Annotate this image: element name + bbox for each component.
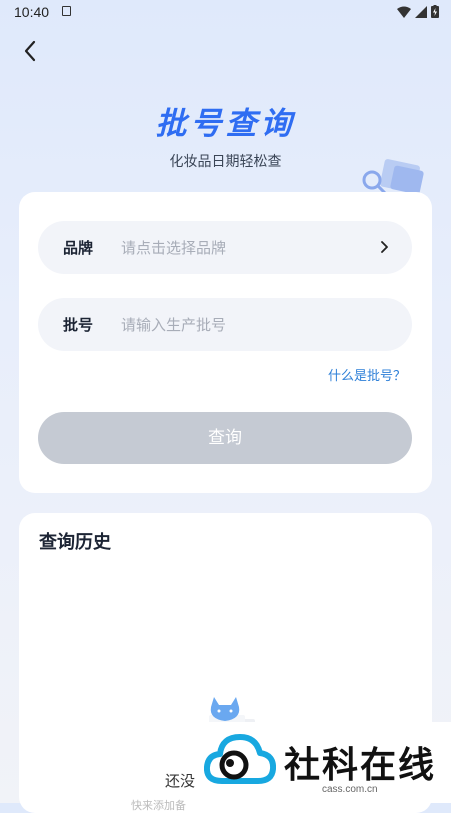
signal-icon [415, 5, 427, 18]
query-button[interactable]: 查询 [38, 412, 412, 464]
query-form-card: 品牌 请点击选择品牌 批号 什么是批号？ 查询 [19, 192, 432, 493]
batch-label: 批号 [63, 316, 94, 334]
status-time: 10:40 [14, 4, 50, 20]
brand-placeholder: 请点击选择品牌 [121, 239, 227, 257]
history-title: 查询历史 [39, 532, 111, 553]
wifi-icon [397, 6, 411, 18]
watermark-text: 社科在线 [284, 745, 437, 786]
empty-state-text: 还没 [165, 772, 196, 790]
batch-input[interactable] [121, 298, 391, 351]
notification-icon [62, 6, 71, 16]
brand-selector[interactable]: 品牌 请点击选择品牌 [38, 221, 412, 274]
status-bar: 10:40 [0, 0, 451, 26]
watermark-url: cass.com.cn [322, 784, 378, 795]
page-title: 批号查询 [155, 106, 296, 142]
status-icons [397, 5, 439, 18]
empty-state-subtext: 快来添加备 [131, 799, 186, 812]
batch-field[interactable]: 批号 [38, 298, 412, 351]
back-button[interactable] [16, 36, 46, 66]
brand-label: 品牌 [63, 239, 94, 257]
chevron-left-icon [24, 40, 36, 62]
cloud-logo-icon [204, 734, 276, 784]
watermark: 社科在线 cass.com.cn [198, 722, 451, 803]
chevron-right-icon [381, 241, 388, 253]
what-is-batch-link[interactable]: 什么是批号？ [328, 365, 406, 384]
battery-icon [431, 5, 439, 18]
